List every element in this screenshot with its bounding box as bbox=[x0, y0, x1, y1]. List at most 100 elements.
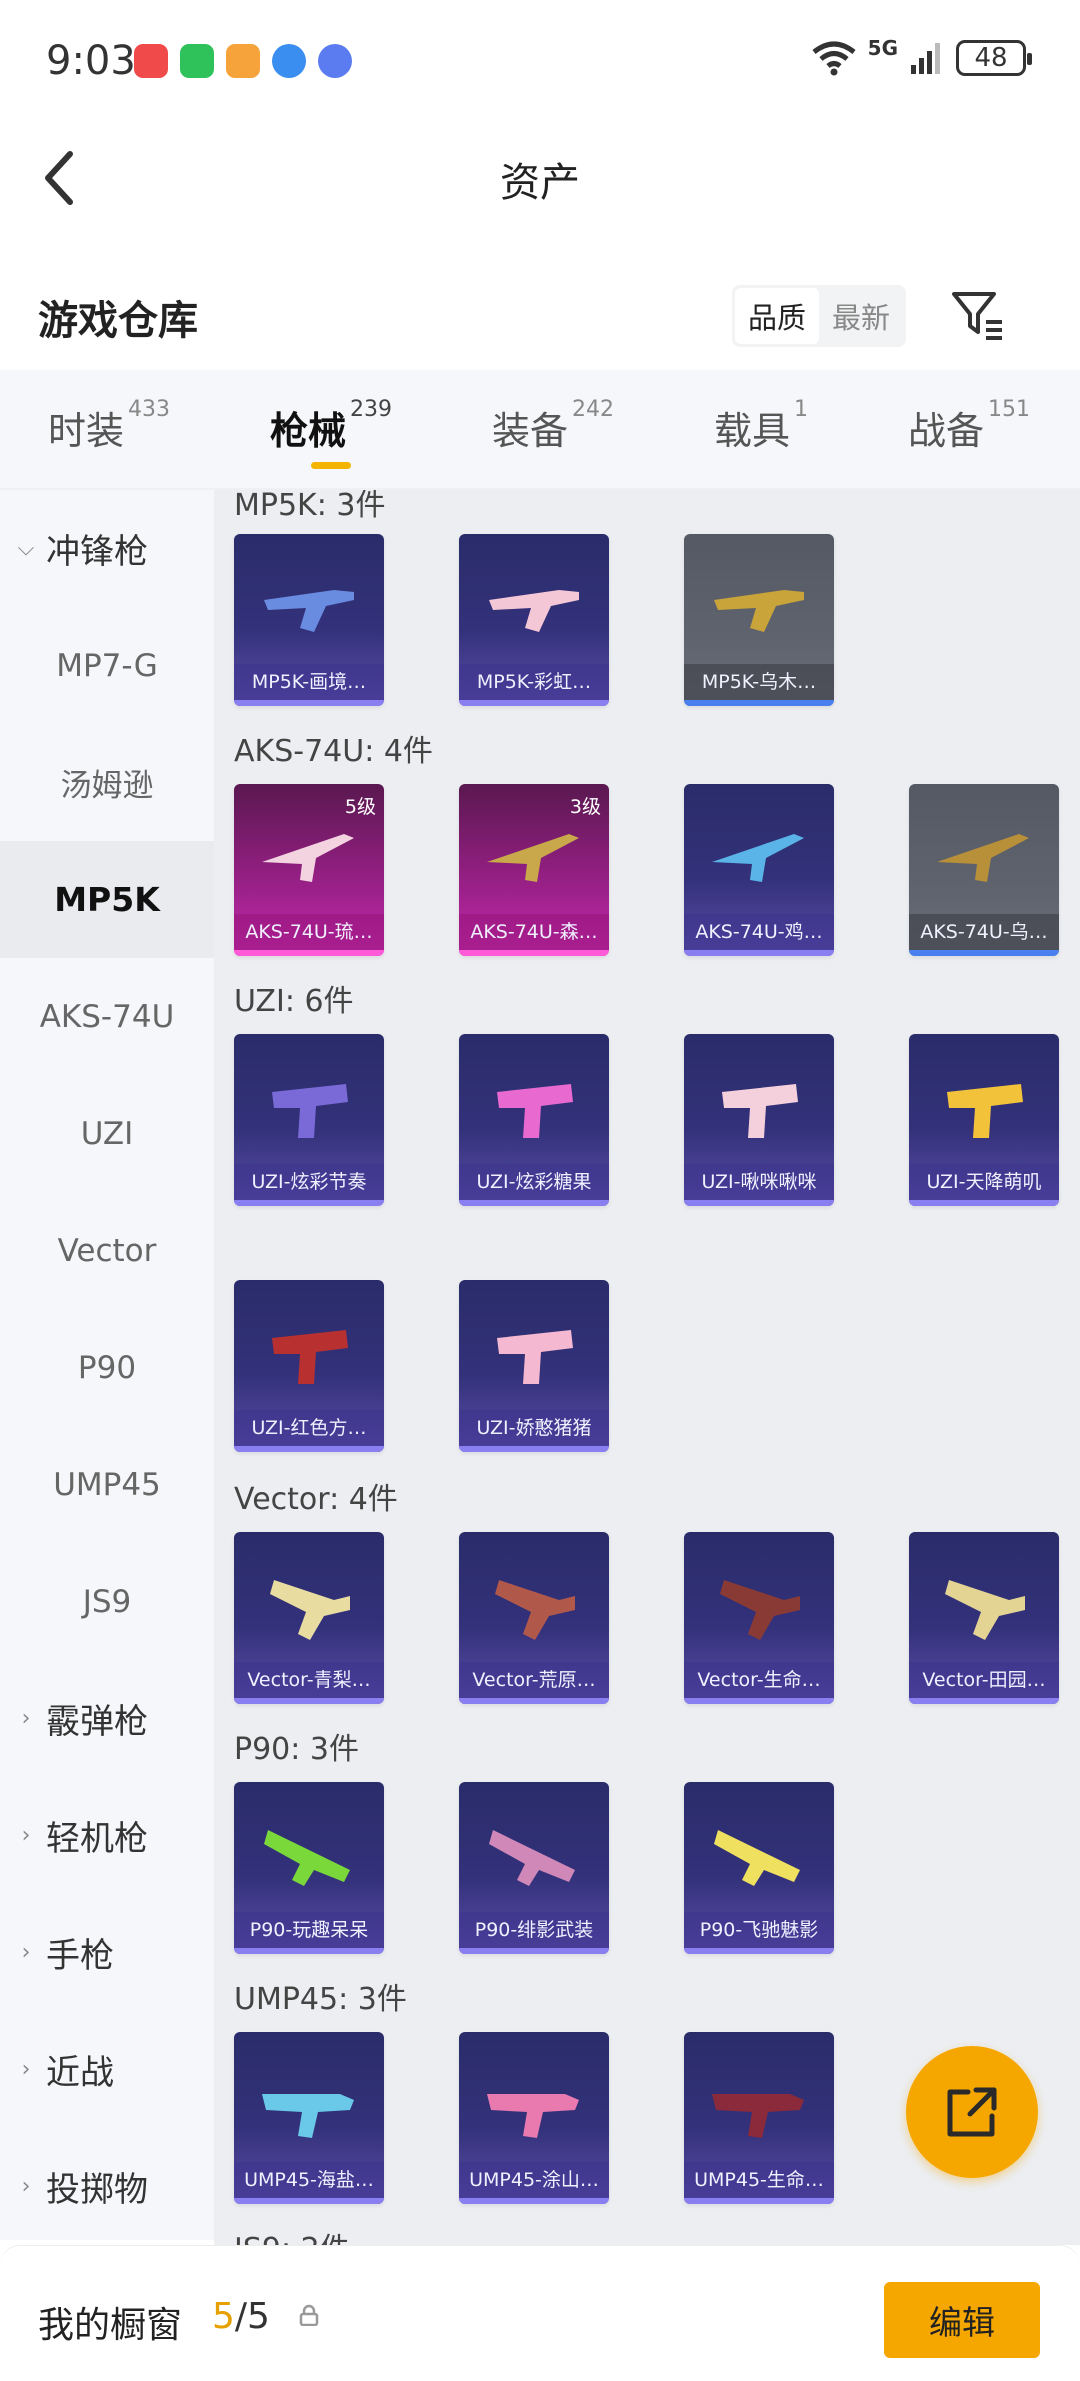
sidebar-item-vector[interactable]: Vector bbox=[0, 1192, 214, 1309]
skin-card[interactable]: MP5K-画境… bbox=[234, 534, 384, 706]
sidebar-group-shotgun[interactable]: › 霰弹枪 bbox=[0, 1660, 214, 1777]
tab-supplies[interactable]: 战备 151 bbox=[908, 397, 1030, 455]
rarity-bar bbox=[909, 950, 1059, 956]
gun-icon bbox=[722, 1084, 798, 1138]
skin-name: UZI-娇憨猪猪 bbox=[459, 1410, 609, 1446]
skin-name: UMP45-涂山… bbox=[459, 2162, 609, 2198]
rarity-bar bbox=[459, 1446, 609, 1452]
skin-card[interactable]: UZI-炫彩糖果 bbox=[459, 1034, 609, 1206]
warehouse-title: 游戏仓库 bbox=[38, 298, 198, 344]
skin-card[interactable]: UMP45-生命… bbox=[684, 2032, 834, 2204]
shop-app-icon bbox=[134, 44, 168, 78]
tab-count: 242 bbox=[572, 397, 615, 423]
skin-name: Vector-田园… bbox=[909, 1662, 1059, 1698]
skin-card[interactable]: Vector-生命… bbox=[684, 1532, 834, 1704]
sidebar-item-mp7g[interactable]: MP7-G bbox=[0, 607, 214, 724]
skin-name: MP5K-彩虹… bbox=[459, 664, 609, 700]
skin-card[interactable]: UZI-啾咪啾咪 bbox=[684, 1034, 834, 1206]
weapon-skin-grid: MP5K: 3件 MP5K-画境… MP5K-彩虹… MP5K-乌木… AKS-… bbox=[214, 490, 1080, 2245]
sidebar-item-js9[interactable]: JS9 bbox=[0, 1543, 214, 1660]
tab-equipment[interactable]: 装备 242 bbox=[492, 397, 615, 455]
sidebar-group-smg[interactable]: ⌵ 冲锋枪 bbox=[0, 490, 214, 607]
gun-icon bbox=[262, 834, 354, 882]
tab-vehicles[interactable]: 载具 1 bbox=[714, 397, 808, 455]
skin-card[interactable]: MP5K-乌木… bbox=[684, 534, 834, 706]
sort-quality-button[interactable]: 品质 bbox=[735, 288, 819, 344]
lock-icon bbox=[299, 2304, 319, 2326]
weapon-category-sidebar: ⌵ 冲锋枪 MP7-G 汤姆逊 MP5K AKS-74U UZI Vector P… bbox=[0, 490, 214, 2240]
skin-card[interactable]: P90-玩趣呆呆 bbox=[234, 1782, 384, 1954]
skin-card[interactable]: P90-绯影武装 bbox=[459, 1782, 609, 1954]
skin-card[interactable]: UMP45-海盐… bbox=[234, 2032, 384, 2204]
rarity-bar bbox=[684, 1200, 834, 1206]
section-header-mp5k: MP5K: 3件 bbox=[234, 490, 386, 523]
skin-name: P90-飞驰魅影 bbox=[684, 1912, 834, 1948]
section-header-p90: P90: 3件 bbox=[234, 1732, 359, 1767]
gun-icon bbox=[487, 2094, 579, 2138]
skin-card[interactable]: UZI-天降萌叽 bbox=[909, 1034, 1059, 1206]
sidebar-group-melee[interactable]: › 近战 bbox=[0, 2011, 214, 2128]
skin-card[interactable]: UZI-娇憨猪猪 bbox=[459, 1280, 609, 1452]
tab-count: 433 bbox=[128, 397, 171, 423]
app-root: 9:03 5G 48 资产 游戏仓库 品质 最新 时装 433 枪械 239 装备 2… bbox=[0, 0, 1080, 2381]
skin-card[interactable]: Vector-田园… bbox=[909, 1532, 1059, 1704]
rarity-bar bbox=[684, 950, 834, 956]
skin-card[interactable]: Vector-青梨… bbox=[234, 1532, 384, 1704]
skin-name: Vector-青梨… bbox=[234, 1662, 384, 1698]
rarity-bar bbox=[459, 2198, 609, 2204]
skin-card[interactable]: UZI-炫彩节奏 bbox=[234, 1034, 384, 1206]
gun-icon bbox=[945, 1580, 1025, 1640]
gun-icon bbox=[497, 1330, 573, 1384]
skin-name: P90-绯影武装 bbox=[459, 1912, 609, 1948]
filter-button[interactable] bbox=[948, 284, 1008, 344]
sidebar-group-lmg[interactable]: › 轻机枪 bbox=[0, 1777, 214, 1894]
rarity-bar bbox=[234, 1698, 384, 1704]
skin-card[interactable]: 3级 AKS-74U-森… bbox=[459, 784, 609, 956]
skin-card[interactable]: AKS-74U-鸡… bbox=[684, 784, 834, 956]
skin-name: UZI-炫彩节奏 bbox=[234, 1164, 384, 1200]
sidebar-item-p90[interactable]: P90 bbox=[0, 1309, 214, 1426]
battery-icon: 48 bbox=[956, 40, 1032, 76]
sidebar-group-label: 投掷物 bbox=[46, 2170, 148, 2210]
skin-name: UZI-啾咪啾咪 bbox=[684, 1164, 834, 1200]
tab-fashion[interactable]: 时装 433 bbox=[48, 397, 171, 455]
notification-icons bbox=[134, 44, 352, 78]
skin-card[interactable]: P90-飞驰魅影 bbox=[684, 1782, 834, 1954]
showcase-label: 我的橱窗 bbox=[38, 2305, 183, 2346]
section-header-js9: JS9: 2件 bbox=[234, 2224, 350, 2245]
share-icon bbox=[947, 2087, 997, 2137]
sidebar-item-ump45[interactable]: UMP45 bbox=[0, 1426, 214, 1543]
skin-name: P90-玩趣呆呆 bbox=[234, 1912, 384, 1948]
gun-icon bbox=[489, 590, 579, 632]
rarity-bar bbox=[684, 2198, 834, 2204]
sidebar-group-throwable[interactable]: › 投掷物 bbox=[0, 2128, 214, 2245]
signal-icon bbox=[911, 43, 940, 74]
filter-icon bbox=[952, 292, 1002, 340]
skin-card[interactable]: UMP45-涂山… bbox=[459, 2032, 609, 2204]
skin-card[interactable]: Vector-荒原… bbox=[459, 1532, 609, 1704]
sidebar-item-mp5k[interactable]: MP5K bbox=[0, 841, 214, 958]
sidebar-item-thompson[interactable]: 汤姆逊 bbox=[0, 724, 214, 841]
sidebar-group-label: 轻机枪 bbox=[46, 1819, 148, 1859]
tab-label: 载具 bbox=[714, 409, 791, 453]
tab-firearms[interactable]: 枪械 239 bbox=[270, 397, 392, 455]
sidebar-item-uzi[interactable]: UZI bbox=[0, 1075, 214, 1192]
skin-name: Vector-荒原… bbox=[459, 1662, 609, 1698]
music-app-icon bbox=[318, 44, 352, 78]
skin-card[interactable]: UZI-红色方… bbox=[234, 1280, 384, 1452]
sidebar-item-aks74u[interactable]: AKS-74U bbox=[0, 958, 214, 1075]
skin-name: AKS-74U-鸡… bbox=[684, 914, 834, 950]
edit-button[interactable]: 编辑 bbox=[884, 2282, 1040, 2358]
skin-card[interactable]: MP5K-彩虹… bbox=[459, 534, 609, 706]
skin-card[interactable]: AKS-74U-乌… bbox=[909, 784, 1059, 956]
sidebar-group-pistol[interactable]: › 手枪 bbox=[0, 1894, 214, 2011]
skin-name: MP5K-乌木… bbox=[684, 664, 834, 700]
gun-icon bbox=[272, 1084, 348, 1138]
skin-card[interactable]: 5级 AKS-74U-琉… bbox=[234, 784, 384, 956]
share-button[interactable] bbox=[906, 2046, 1038, 2178]
sort-newest-button[interactable]: 最新 bbox=[819, 288, 903, 344]
gun-icon bbox=[497, 1084, 573, 1138]
rarity-bar bbox=[459, 1948, 609, 1954]
skin-name: AKS-74U-森… bbox=[459, 914, 609, 950]
tab-label: 战备 bbox=[908, 409, 985, 453]
